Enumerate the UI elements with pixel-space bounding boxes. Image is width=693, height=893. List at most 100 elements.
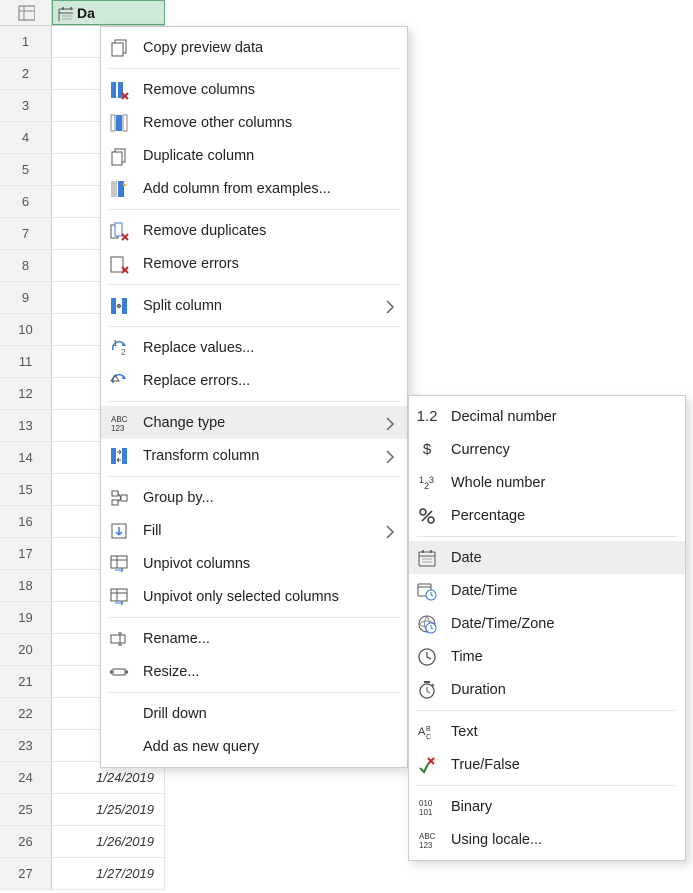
- row-number[interactable]: 23: [0, 730, 52, 761]
- menu-separator: [417, 785, 677, 786]
- column-header-date[interactable]: Da: [52, 0, 165, 25]
- split-icon: [107, 294, 131, 318]
- menu-separator: [417, 536, 677, 537]
- row-number[interactable]: 5: [0, 154, 52, 185]
- menu-item-duration[interactable]: Duration: [409, 673, 685, 706]
- row-number[interactable]: 2: [0, 58, 52, 89]
- menu-item-duplicate-column[interactable]: Duplicate column: [101, 139, 407, 172]
- menu-item-time[interactable]: Time: [409, 640, 685, 673]
- row-number[interactable]: 13: [0, 410, 52, 441]
- menu-item-label: Remove other columns: [143, 115, 397, 131]
- replace-errs-icon: [107, 369, 131, 393]
- remove-dups-icon: [107, 219, 131, 243]
- menu-item-fill[interactable]: Fill: [101, 514, 407, 547]
- table-row[interactable]: 261/26/2019: [0, 826, 165, 858]
- group-by-icon: [107, 486, 131, 510]
- row-number[interactable]: 17: [0, 538, 52, 569]
- datetime-icon: [415, 579, 439, 603]
- menu-item-binary[interactable]: Binary: [409, 790, 685, 823]
- row-number[interactable]: 8: [0, 250, 52, 281]
- select-all-corner[interactable]: [0, 0, 52, 25]
- menu-item-add-column-from-examples[interactable]: Add column from examples...: [101, 172, 407, 205]
- table-row[interactable]: 251/25/2019: [0, 794, 165, 826]
- menu-item-remove-columns[interactable]: Remove columns: [101, 73, 407, 106]
- menu-item-label: Date/Time/Zone: [451, 616, 675, 632]
- menu-item-decimal-number[interactable]: 1.2Decimal number: [409, 400, 685, 433]
- menu-item-using-locale[interactable]: Using locale...: [409, 823, 685, 856]
- menu-item-split-column[interactable]: Split column: [101, 289, 407, 322]
- duplicate-icon: [107, 144, 131, 168]
- row-number[interactable]: 15: [0, 474, 52, 505]
- row-number[interactable]: 16: [0, 506, 52, 537]
- remove-errors-icon: [107, 252, 131, 276]
- menu-item-true-false[interactable]: True/False: [409, 748, 685, 781]
- blank-icon: [107, 735, 131, 759]
- row-number[interactable]: 12: [0, 378, 52, 409]
- menu-item-label: Text: [451, 724, 675, 740]
- menu-separator: [109, 68, 399, 69]
- menu-item-replace-values[interactable]: Replace values...: [101, 331, 407, 364]
- menu-item-percentage[interactable]: Percentage: [409, 499, 685, 532]
- row-number[interactable]: 21: [0, 666, 52, 697]
- cell-value[interactable]: 1/26/2019: [52, 826, 165, 857]
- cell-value[interactable]: 1/25/2019: [52, 794, 165, 825]
- menu-item-unpivot-columns[interactable]: Unpivot columns: [101, 547, 407, 580]
- menu-item-date[interactable]: Date: [409, 541, 685, 574]
- row-number[interactable]: 25: [0, 794, 52, 825]
- menu-item-label: Group by...: [143, 490, 397, 506]
- menu-item-remove-errors[interactable]: Remove errors: [101, 247, 407, 280]
- row-number[interactable]: 11: [0, 346, 52, 377]
- menu-item-date-time[interactable]: Date/Time: [409, 574, 685, 607]
- row-number[interactable]: 18: [0, 570, 52, 601]
- menu-item-change-type[interactable]: Change type: [101, 406, 407, 439]
- menu-item-label: Drill down: [143, 706, 397, 722]
- menu-item-remove-duplicates[interactable]: Remove duplicates: [101, 214, 407, 247]
- row-number[interactable]: 4: [0, 122, 52, 153]
- column-header-row: Da: [0, 0, 165, 26]
- menu-item-label: Copy preview data: [143, 40, 397, 56]
- menu-item-currency[interactable]: $Currency: [409, 433, 685, 466]
- row-number[interactable]: 10: [0, 314, 52, 345]
- menu-item-label: Time: [451, 649, 675, 665]
- menu-item-resize[interactable]: Resize...: [101, 655, 407, 688]
- row-number[interactable]: 14: [0, 442, 52, 473]
- row-number[interactable]: 24: [0, 762, 52, 793]
- row-number[interactable]: 26: [0, 826, 52, 857]
- menu-item-whole-number[interactable]: Whole number: [409, 466, 685, 499]
- row-number[interactable]: 1: [0, 26, 52, 57]
- row-number[interactable]: 7: [0, 218, 52, 249]
- cell-value[interactable]: 1/27/2019: [52, 858, 165, 889]
- row-number[interactable]: 3: [0, 90, 52, 121]
- menu-item-label: Percentage: [451, 508, 675, 524]
- change-type-submenu: 1.2Decimal number$CurrencyWhole number Pe…: [408, 395, 686, 861]
- row-number[interactable]: 20: [0, 634, 52, 665]
- menu-item-date-time-zone[interactable]: Date/Time/Zone: [409, 607, 685, 640]
- menu-item-replace-errors[interactable]: Replace errors...: [101, 364, 407, 397]
- whole-icon: [415, 471, 439, 495]
- menu-separator: [109, 692, 399, 693]
- menu-item-label: True/False: [451, 757, 675, 773]
- row-number[interactable]: 27: [0, 858, 52, 889]
- row-number[interactable]: 9: [0, 282, 52, 313]
- menu-item-unpivot-only-selected-columns[interactable]: Unpivot only selected columns: [101, 580, 407, 613]
- menu-item-add-as-new-query[interactable]: Add as new query: [101, 730, 407, 763]
- menu-item-rename[interactable]: Rename...: [101, 622, 407, 655]
- menu-item-text[interactable]: Text: [409, 715, 685, 748]
- row-number[interactable]: 6: [0, 186, 52, 217]
- menu-item-drill-down[interactable]: Drill down: [101, 697, 407, 730]
- menu-item-group-by[interactable]: Group by...: [101, 481, 407, 514]
- menu-item-label: Add as new query: [143, 739, 397, 755]
- row-number[interactable]: 22: [0, 698, 52, 729]
- menu-item-label: Change type: [143, 415, 371, 431]
- menu-item-remove-other-columns[interactable]: Remove other columns: [101, 106, 407, 139]
- menu-item-copy-preview-data[interactable]: Copy preview data: [101, 31, 407, 64]
- unpivot-icon: [107, 552, 131, 576]
- table-row[interactable]: 271/27/2019: [0, 858, 165, 890]
- add-examples-icon: [107, 177, 131, 201]
- date-icon: [415, 546, 439, 570]
- menu-item-transform-column[interactable]: Transform column: [101, 439, 407, 472]
- table-icon: [17, 4, 35, 22]
- menu-item-label: Decimal number: [451, 409, 675, 425]
- row-number[interactable]: 19: [0, 602, 52, 633]
- rename-icon: [107, 627, 131, 651]
